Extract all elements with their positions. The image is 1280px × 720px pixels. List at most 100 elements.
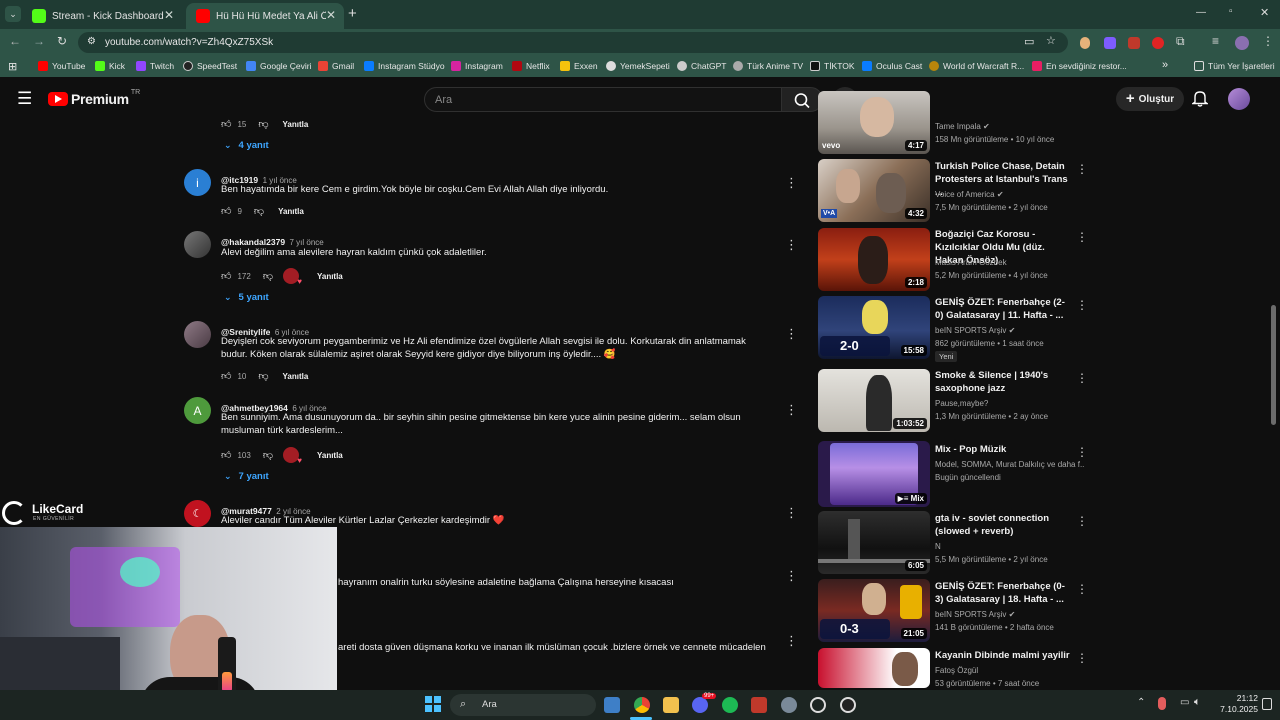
like-icon[interactable]: 👍︎ xyxy=(221,370,231,382)
avatar[interactable] xyxy=(184,231,211,258)
tab-kick-dashboard[interactable]: Stream - Kick Dashboard ✕ xyxy=(22,3,182,29)
widgets-icon[interactable] xyxy=(604,697,620,713)
video-title[interactable]: GENİŞ ÖZET: Fenerbahçe (2-0) Galatasaray… xyxy=(935,296,1070,322)
address-bar[interactable]: ⚙ youtube.com/watch?v=Zh4QxZ75XSk ▭ ☆ xyxy=(78,32,1068,53)
comment-menu-icon[interactable]: ⋮ xyxy=(785,327,798,340)
channel-name[interactable]: Fatoş Özgül xyxy=(935,665,978,676)
video-thumbnail[interactable]: 6:05 xyxy=(818,511,930,574)
account-avatar[interactable] xyxy=(1228,88,1250,110)
bookmark-oculus[interactable]: Oculus Cast xyxy=(862,61,922,71)
video-thumbnail[interactable]: 1:03:52 xyxy=(818,369,930,432)
channel-name[interactable]: Masis Aram Gözbek xyxy=(935,257,1007,268)
video-title[interactable]: GENİŞ ÖZET: Fenerbahçe (0-3) Galatasaray… xyxy=(935,580,1070,606)
maximize-button[interactable]: ▫ xyxy=(1229,6,1233,17)
apps-grid-icon[interactable]: ⊞ xyxy=(8,60,17,73)
playlist-thumbnail[interactable]: ▶≡ Mix xyxy=(818,441,930,507)
video-title[interactable]: Mix - Pop Müzik xyxy=(935,443,1070,456)
comment-menu-icon[interactable]: ⋮ xyxy=(785,176,798,189)
dislike-icon[interactable]: 👎︎ xyxy=(263,270,273,282)
more-bookmarks-icon[interactable]: » xyxy=(1162,59,1168,71)
video-title[interactable]: Kayanin Dibinde malmi yayilir xyxy=(935,649,1070,662)
video-menu-icon[interactable]: ⋮ xyxy=(1076,651,1088,665)
bookmark-wow[interactable]: World of Warcraft R... xyxy=(929,61,1024,71)
avatar[interactable]: ☾ xyxy=(184,500,211,527)
bookmark-kick[interactable]: Kick xyxy=(95,61,125,71)
channel-name[interactable]: Voice of America ✔ xyxy=(935,189,1004,200)
volume-icon[interactable]: 🔈︎ xyxy=(1194,696,1201,709)
bookmark-tiktok[interactable]: TİKTOK xyxy=(810,61,855,71)
close-window-button[interactable]: ✕ xyxy=(1260,6,1269,19)
comment-menu-icon[interactable]: ⋮ xyxy=(785,506,798,519)
avatar[interactable]: A xyxy=(184,397,211,424)
network-icon[interactable]: ▭ xyxy=(1180,697,1189,708)
bookmark-instagram[interactable]: Instagram xyxy=(451,61,503,71)
video-thumbnail[interactable]: vevo 4:17 xyxy=(818,91,930,154)
page-scrollbar[interactable] xyxy=(1271,305,1276,425)
profile-avatar[interactable] xyxy=(1235,36,1249,50)
video-thumbnail[interactable]: 0-3 21:05 xyxy=(818,579,930,642)
avatar[interactable] xyxy=(184,321,211,348)
spotify-icon[interactable] xyxy=(722,697,738,713)
close-tab-icon[interactable]: ✕ xyxy=(164,8,174,22)
extension-icon[interactable] xyxy=(1152,37,1164,49)
reload-button[interactable]: ↻ xyxy=(57,34,67,48)
forward-button[interactable]: → xyxy=(33,34,45,48)
reply-button[interactable]: Yanıtla xyxy=(283,120,309,129)
new-tab-button[interactable]: + xyxy=(348,5,357,22)
extension-icon[interactable] xyxy=(1128,37,1140,49)
obs-icon[interactable] xyxy=(840,697,856,713)
app-icon[interactable] xyxy=(810,697,826,713)
bookmark-youtube[interactable]: YouTube xyxy=(38,61,85,71)
notification-center-icon[interactable] xyxy=(1262,698,1272,710)
search-button[interactable] xyxy=(781,87,823,112)
comment-menu-icon[interactable]: ⋮ xyxy=(785,569,798,582)
dislike-icon[interactable]: 👎︎ xyxy=(258,118,268,130)
video-thumbnail[interactable]: 2-0 15:58 xyxy=(818,296,930,359)
reply-button[interactable]: Yanıtla xyxy=(283,372,309,381)
channel-name[interactable]: N xyxy=(935,541,941,552)
video-thumbnail[interactable]: V•A 4:32 xyxy=(818,159,930,222)
video-thumbnail[interactable] xyxy=(818,648,930,688)
reply-button[interactable]: Yanıtla xyxy=(278,207,304,216)
video-menu-icon[interactable]: ⋮ xyxy=(1076,371,1088,385)
minimize-button[interactable]: — xyxy=(1196,7,1206,18)
reply-button[interactable]: Yanıtla xyxy=(317,451,343,460)
bookmark-gmail[interactable]: Gmail xyxy=(318,61,354,71)
clock[interactable]: 21:12 7.10.2025 xyxy=(1212,693,1258,715)
back-button[interactable]: ← xyxy=(9,34,21,48)
bookmark-chatgpt[interactable]: ChatGPT xyxy=(677,61,726,71)
bookmark-speedtest[interactable]: SpeedTest xyxy=(183,61,237,71)
dislike-icon[interactable]: 👎︎ xyxy=(258,370,268,382)
video-menu-icon[interactable]: ⋮ xyxy=(1076,298,1088,312)
all-bookmarks[interactable]: Tüm Yer İşaretleri xyxy=(1194,61,1275,71)
show-replies-button[interactable]: ⌄ 7 yanıt xyxy=(224,471,269,482)
chrome-icon[interactable] xyxy=(634,697,650,713)
bookmark-restaurant[interactable]: En sevdiğiniz restor... xyxy=(1032,61,1127,71)
dislike-icon[interactable]: 👎︎ xyxy=(263,449,273,461)
channel-name[interactable]: Model, SOMMA, Murat Dalkılıç ve daha f..… xyxy=(935,459,1085,470)
notifications-bell-icon[interactable] xyxy=(1190,89,1210,112)
reading-list-icon[interactable]: ≡ xyxy=(1212,34,1219,48)
bookmark-twitch[interactable]: Twitch xyxy=(136,61,174,71)
channel-name[interactable]: beIN SPORTS Arşiv ✔ xyxy=(935,325,1015,336)
bookmark-yemeksepeti[interactable]: YemekSepeti xyxy=(606,61,670,71)
like-icon[interactable]: 👍︎ xyxy=(221,118,231,130)
show-replies-button[interactable]: ⌄ 5 yanıt xyxy=(224,292,269,303)
bookmark-star-icon[interactable]: ☆ xyxy=(1046,34,1056,47)
create-button[interactable]: + Oluştur xyxy=(1116,87,1184,111)
site-info-icon[interactable]: ⚙ xyxy=(87,36,96,47)
comment-menu-icon[interactable]: ⋮ xyxy=(785,238,798,251)
app-icon[interactable] xyxy=(751,697,767,713)
extension-icon[interactable] xyxy=(1080,37,1090,49)
reply-button[interactable]: Yanıtla xyxy=(317,272,343,281)
channel-name[interactable]: Tame Impala ✔ xyxy=(935,121,990,132)
youtube-logo[interactable]: Premium TR xyxy=(48,89,140,107)
show-replies-button[interactable]: ⌄ 4 yanıt xyxy=(224,140,269,151)
tray-chevron-icon[interactable]: ⌃ xyxy=(1137,697,1145,708)
search-input[interactable]: Ara xyxy=(424,87,782,112)
video-title[interactable]: Smoke & Silence | 1940's saxophone jazz xyxy=(935,369,1070,395)
dislike-icon[interactable]: 👎︎ xyxy=(254,205,264,217)
hamburger-menu-icon[interactable]: ☰ xyxy=(17,90,32,107)
video-thumbnail[interactable]: 2:18 xyxy=(818,228,930,291)
video-menu-icon[interactable]: ⋮ xyxy=(1076,230,1088,244)
